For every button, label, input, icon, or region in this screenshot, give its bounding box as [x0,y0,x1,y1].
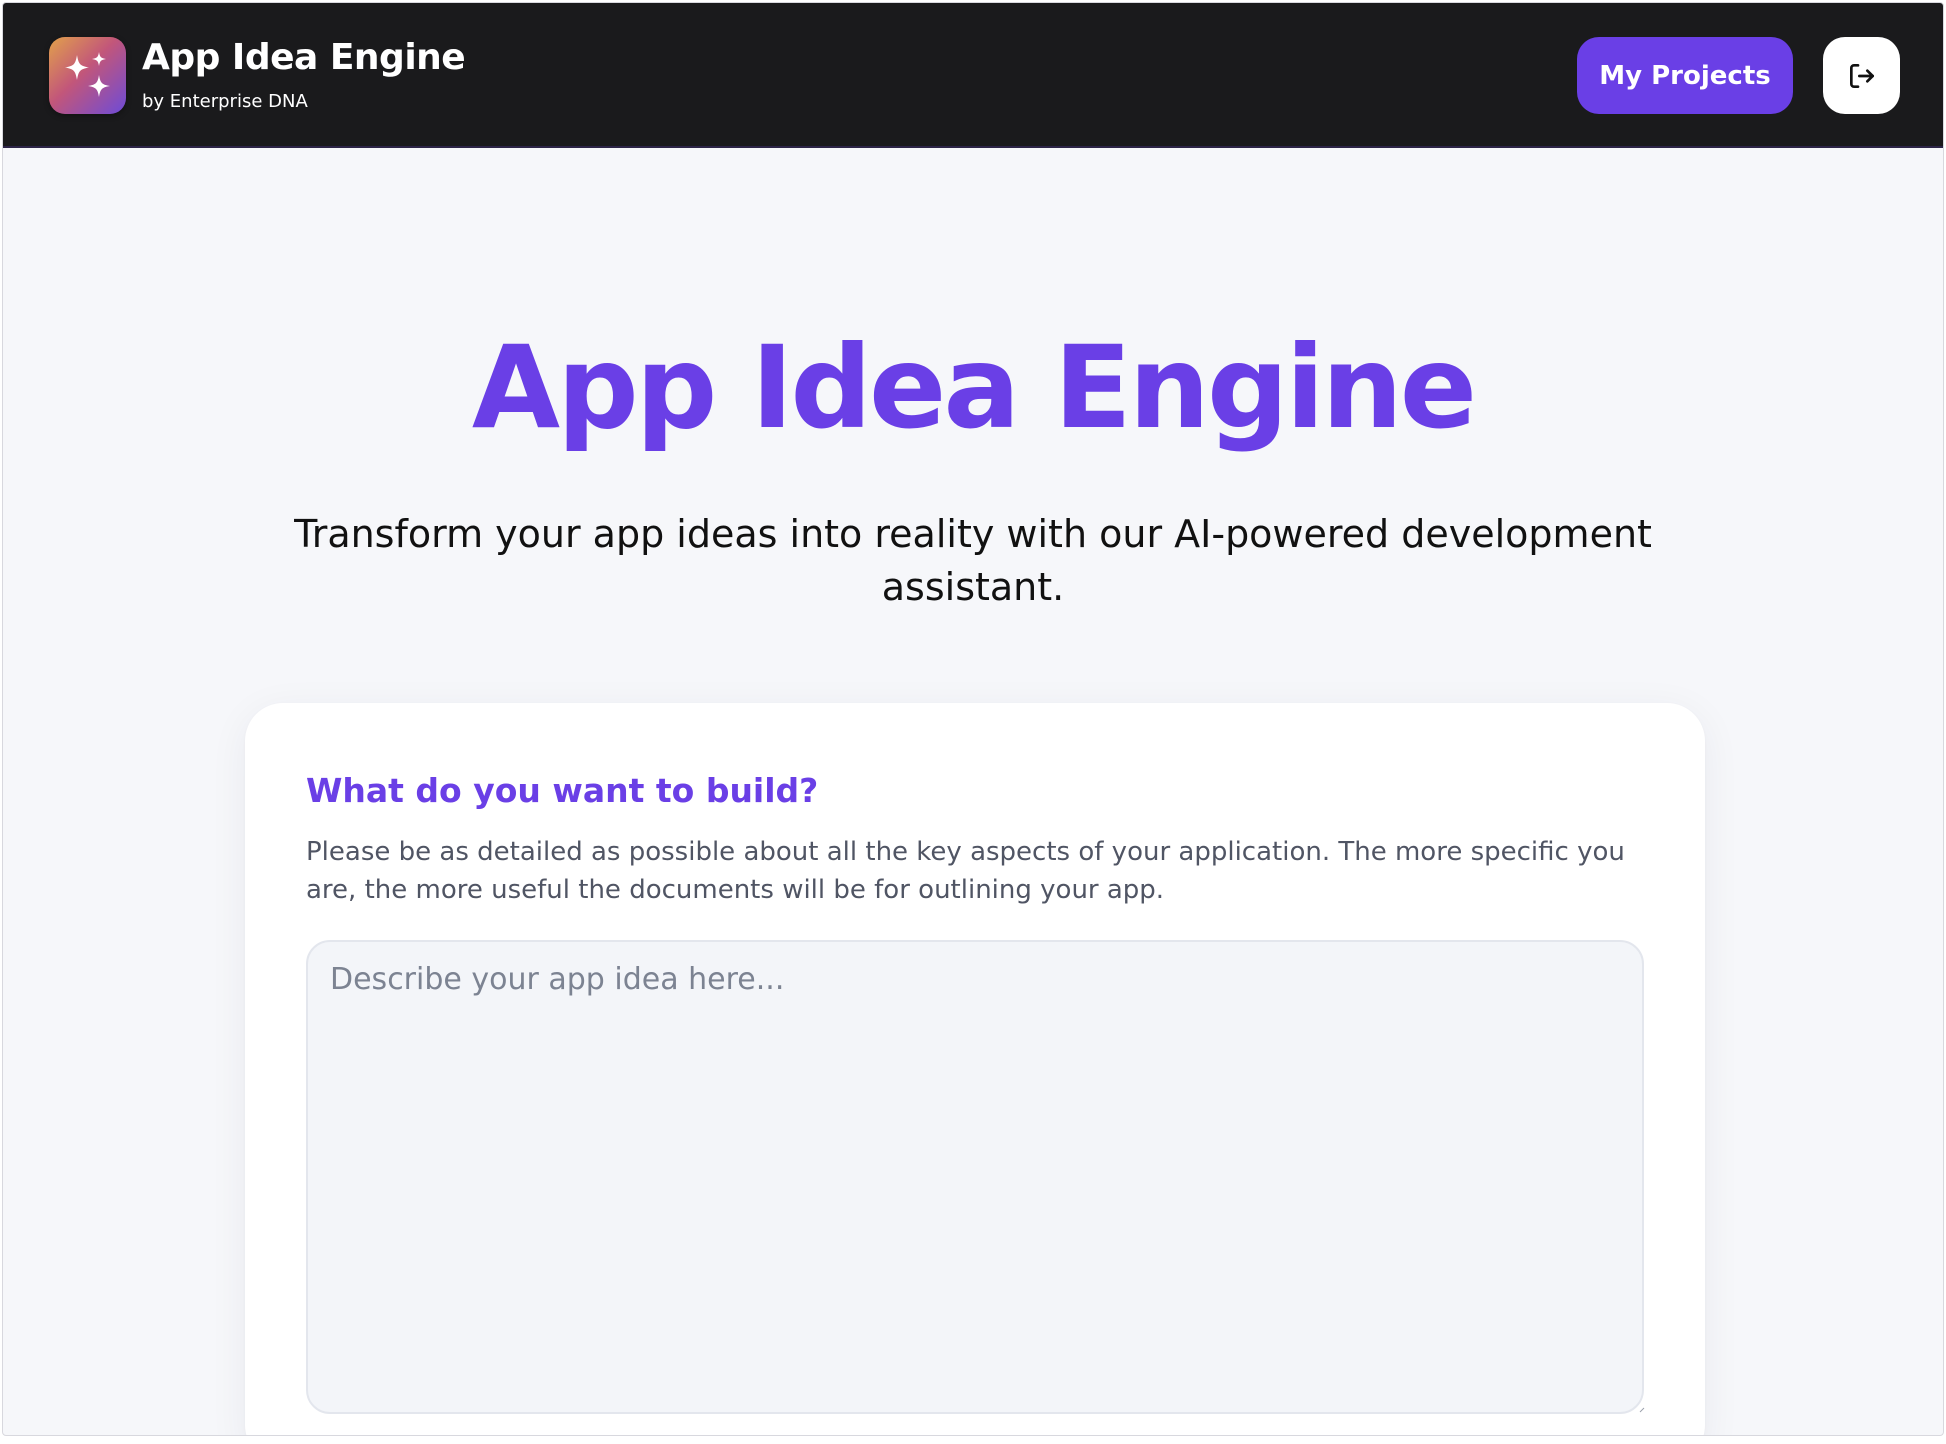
brand-title: App Idea Engine [142,37,466,78]
app-logo[interactable] [49,37,126,114]
my-projects-button[interactable]: My Projects [1577,37,1793,114]
sparkles-icon [65,52,110,97]
top-header: App Idea Engine by Enterprise DNA My Pro… [3,3,1943,148]
logout-button[interactable] [1823,37,1900,114]
idea-card-description: Please be as detailed as possible about … [306,837,1625,905]
app-idea-input[interactable] [306,940,1644,1414]
logout-icon [1849,63,1874,88]
screen: App Idea Engine by Enterprise DNA My Pro… [0,0,1946,1444]
idea-card-title: What do you want to build? [306,771,819,810]
hero-title: App Idea Engine [471,321,1477,454]
resize-grip-icon[interactable] [1639,1407,1645,1413]
hero-subtitle: Transform your app ideas into reality wi… [294,512,1652,609]
app-window: App Idea Engine by Enterprise DNA My Pro… [2,2,1944,1436]
brand-subtitle: by Enterprise DNA [142,91,308,112]
idea-card: What do you want to build? Please be as … [245,703,1705,1435]
